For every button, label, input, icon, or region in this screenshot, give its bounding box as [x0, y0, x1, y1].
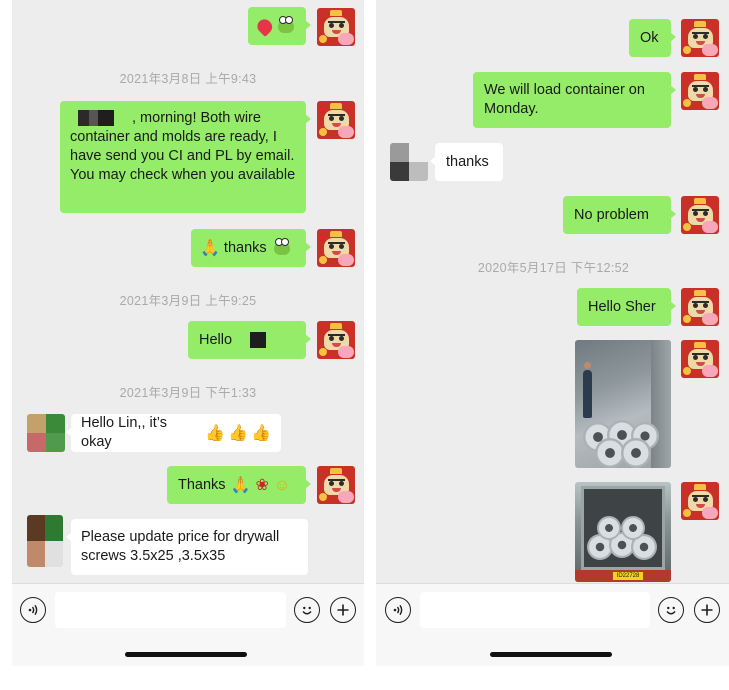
- chat-panel-left: 2021年3月8日 上午9:43 , morning! Both wire co…: [12, 0, 364, 666]
- message-text: Ok: [640, 29, 659, 46]
- message-bubble[interactable]: Ok: [629, 19, 676, 57]
- message-bubble[interactable]: thanks: [430, 143, 503, 181]
- message-text: thanks: [223, 239, 267, 256]
- redacted-name: [78, 110, 114, 127]
- home-indicator: [125, 652, 247, 657]
- timestamp: 2021年3月9日 上午9:25: [119, 294, 257, 308]
- contact-avatar[interactable]: [390, 143, 428, 181]
- my-avatar[interactable]: [317, 466, 355, 504]
- voice-icon[interactable]: [20, 597, 46, 623]
- thumbs-up-emoji-icon: 👍: [228, 424, 249, 442]
- chat-panel-right: Ok We will load container on Monday. tha…: [376, 0, 729, 666]
- redacted-name: [250, 332, 267, 348]
- my-avatar[interactable]: [681, 482, 719, 520]
- heart-emoji-icon: [254, 16, 276, 37]
- input-bar: [12, 583, 364, 666]
- truck-rear-bumper: ID22728: [575, 570, 671, 582]
- message-bubble[interactable]: 🙏 thanks: [191, 229, 311, 267]
- home-indicator: [490, 652, 612, 657]
- pray-emoji-icon: 🙏: [200, 239, 220, 257]
- message-bubble[interactable]: No problem: [563, 196, 676, 234]
- message-text: , morning! Both wire: [132, 110, 261, 126]
- message-text: Hello: [199, 331, 233, 348]
- message-text: Hello Sher: [588, 298, 656, 315]
- message-text: No problem: [574, 206, 649, 223]
- my-avatar[interactable]: [681, 72, 719, 110]
- plus-icon[interactable]: [694, 597, 720, 623]
- message-bubble[interactable]: Hello Lin,, it’s okay 👍 👍 👍: [66, 414, 281, 452]
- message-bubble[interactable]: Thanks 🙏 ❀ ☺: [167, 466, 311, 504]
- license-plate: ID22728: [613, 572, 643, 580]
- message-bubble-emoji[interactable]: [248, 7, 311, 45]
- emoji-icon[interactable]: [294, 597, 320, 623]
- contact-avatar[interactable]: [27, 515, 63, 567]
- frog-emoji-icon: [273, 238, 290, 255]
- my-avatar[interactable]: [681, 288, 719, 326]
- message-text: Hello Lin,, it’s okay: [81, 415, 167, 450]
- container-wire-coils-photo[interactable]: [575, 340, 671, 468]
- my-avatar[interactable]: [681, 19, 719, 57]
- message-text: thanks: [446, 153, 489, 170]
- frog-emoji-icon: [278, 16, 294, 33]
- pray-emoji-icon: 🙏: [230, 476, 251, 494]
- thumbs-up-emoji-icon: 👍: [205, 424, 226, 442]
- message-bubble[interactable]: Hello Sher: [577, 288, 676, 326]
- rose-emoji-icon: ❀: [255, 476, 269, 494]
- message-text: container and molds are ready, I have se…: [70, 129, 296, 183]
- message-bubble[interactable]: Hello: [188, 321, 311, 359]
- message-text: Thanks: [178, 476, 226, 493]
- my-avatar[interactable]: [317, 8, 355, 46]
- message-bubble[interactable]: We will load container on Monday.: [473, 72, 676, 128]
- my-avatar[interactable]: [317, 321, 355, 359]
- message-bubble[interactable]: Please update price for drywall screws 3…: [66, 519, 308, 575]
- worker-figure: [583, 362, 592, 418]
- timestamp: 2020年5月17日 下午12:52: [477, 261, 630, 275]
- voice-icon[interactable]: [385, 597, 411, 623]
- my-avatar[interactable]: [681, 196, 719, 234]
- thumbs-up-emoji-icon: 👍: [251, 424, 271, 442]
- timestamp: 2021年3月8日 上午9:43: [119, 72, 257, 86]
- message-bubble[interactable]: , morning! Both wire container and molds…: [60, 101, 311, 213]
- message-input[interactable]: [420, 592, 650, 628]
- truck-container-wire-coils-photo[interactable]: ID22728: [575, 482, 671, 582]
- smile-emoji-icon: ☺: [273, 476, 291, 494]
- input-bar: [376, 583, 729, 666]
- my-avatar[interactable]: [317, 229, 355, 267]
- message-text: Please update price for drywall screws 3…: [81, 529, 280, 564]
- emoji-icon[interactable]: [658, 597, 684, 623]
- plus-icon[interactable]: [330, 597, 356, 623]
- message-text: We will load container on Monday.: [484, 82, 645, 117]
- contact-avatar[interactable]: [27, 414, 65, 452]
- timestamp: 2021年3月9日 下午1:33: [119, 386, 257, 400]
- message-input[interactable]: [55, 592, 286, 628]
- my-avatar[interactable]: [317, 101, 355, 139]
- my-avatar[interactable]: [681, 340, 719, 378]
